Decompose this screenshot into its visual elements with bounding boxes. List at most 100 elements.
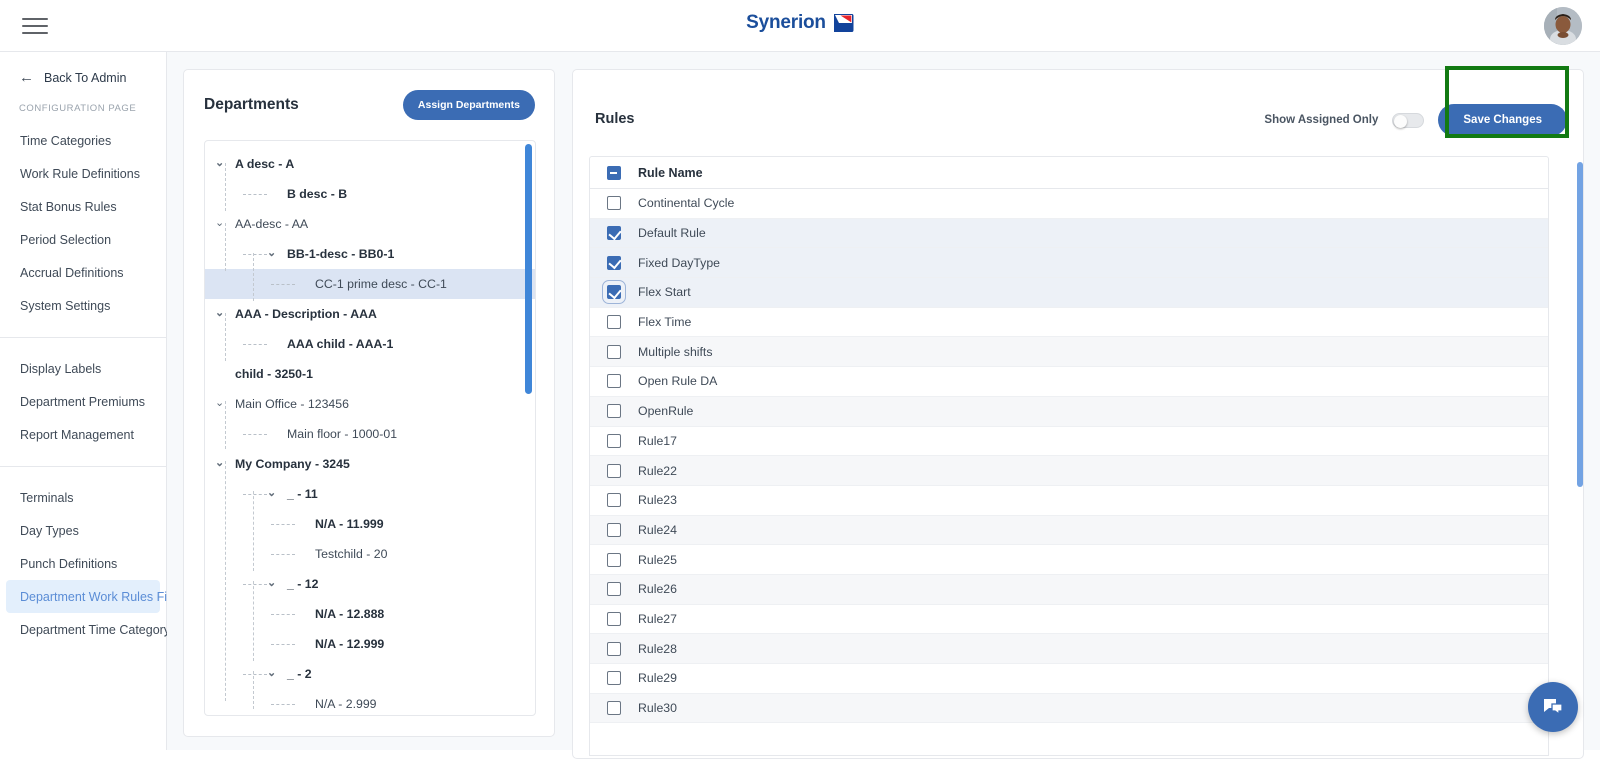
tree-node[interactable]: ⌄N/A - 12.999	[205, 629, 535, 659]
tree-node[interactable]: ⌄ _ - 2	[205, 659, 535, 689]
tree-node[interactable]: ⌄N/A - 2.999	[205, 689, 535, 715]
rule-checkbox[interactable]	[607, 641, 621, 656]
chevron-down-icon[interactable]: ⌄	[267, 247, 279, 259]
rule-checkbox[interactable]	[607, 611, 621, 626]
rule-checkbox-cell	[590, 344, 638, 359]
departments-header: Departments Assign Departments	[184, 70, 554, 120]
tree-node[interactable]: ⌄ Main Office - 123456	[205, 389, 535, 419]
tree-node[interactable]: ⌄N/A - 12.888	[205, 599, 535, 629]
table-row[interactable]: Rule26	[590, 574, 1548, 605]
tree-node[interactable]: ⌄ AAA - Description - AAA	[205, 299, 535, 329]
tree-node[interactable]: ⌄ BB-1-desc - BB0-1	[205, 239, 535, 269]
sidebar-item-department-time-category[interactable]: Department Time Category ...	[0, 613, 184, 646]
tree-node-label: _ - 2	[287, 667, 312, 681]
tree-guide-line	[253, 491, 254, 571]
tree-scrollbar-thumb[interactable]	[525, 144, 532, 394]
tree-node[interactable]: ⌄ _ - 12	[205, 569, 535, 599]
table-row[interactable]: Flex Start	[590, 278, 1548, 308]
chevron-down-icon[interactable]: ⌄	[267, 667, 279, 679]
tree-node[interactable]: ⌄Main floor - 1000-01	[205, 419, 535, 449]
tree-node[interactable]: ⌄ A desc - A	[205, 149, 535, 179]
chevron-down-icon[interactable]: ⌄	[267, 577, 279, 589]
sidebar-item-punch-definitions[interactable]: Punch Definitions	[0, 547, 166, 580]
table-row[interactable]: Rule30	[590, 693, 1548, 724]
table-row[interactable]: Rule28	[590, 634, 1548, 664]
rule-name-label: Flex Time	[638, 315, 692, 330]
table-row[interactable]: Fixed DayType	[590, 248, 1548, 279]
sidebar-item-display-labels[interactable]: Display Labels	[0, 352, 166, 385]
tree-node[interactable]: ⌄ AA-desc - AA	[205, 209, 535, 239]
rule-checkbox-cell	[590, 701, 638, 716]
chat-support-button[interactable]	[1528, 682, 1578, 732]
tree-node[interactable]: ⌄ My Company - 3245	[205, 449, 535, 479]
brand-name: Synerion	[746, 12, 826, 33]
sidebar-item-terminals[interactable]: Terminals	[0, 481, 166, 514]
sidebar-item-time-categories[interactable]: Time Categories	[0, 124, 166, 157]
sidebar-item-department-premiums[interactable]: Department Premiums	[0, 385, 166, 418]
rule-name-label: Flex Start	[638, 285, 691, 300]
rules-scrollbar-thumb[interactable]	[1577, 162, 1583, 487]
rule-checkbox[interactable]	[607, 344, 621, 359]
tree-connector-line	[243, 193, 267, 195]
table-row[interactable]: Rule22	[590, 456, 1548, 486]
show-assigned-only-toggle[interactable]	[1392, 112, 1425, 128]
sidebar-item-day-types[interactable]: Day Types	[0, 514, 166, 547]
rule-checkbox-cell	[590, 522, 638, 537]
sidebar-item-work-rule-definitions[interactable]: Work Rule Definitions	[0, 157, 166, 190]
tree-node[interactable]: ⌄ _ - 11	[205, 479, 535, 509]
left-sidebar: ← Back To Admin CONFIGURATION PAGE Time …	[0, 52, 184, 750]
rule-checkbox[interactable]	[607, 582, 621, 597]
table-row[interactable]: Rule24	[590, 515, 1548, 546]
table-row[interactable]: Rule27	[590, 605, 1548, 635]
rule-checkbox[interactable]	[607, 226, 621, 241]
tree-node[interactable]: ⌄B desc - B	[205, 179, 535, 209]
save-changes-button[interactable]: Save Changes	[1438, 104, 1567, 136]
assign-departments-button[interactable]: Assign Departments	[402, 90, 535, 120]
sidebar-item-system-settings[interactable]: System Settings	[0, 289, 166, 322]
table-row[interactable]: Rule29	[590, 664, 1548, 694]
table-row[interactable]: Default Rule	[590, 218, 1548, 249]
rule-checkbox[interactable]	[607, 433, 621, 448]
chevron-down-icon[interactable]: ⌄	[267, 487, 279, 499]
select-all-checkbox[interactable]	[607, 165, 621, 180]
tree-node-label: AAA child - AAA-1	[287, 337, 394, 351]
rule-checkbox[interactable]	[607, 374, 621, 389]
table-row[interactable]: Multiple shifts	[590, 337, 1548, 368]
table-row[interactable]: Rule23	[590, 486, 1548, 516]
chat-bubble-icon	[1544, 699, 1563, 716]
user-avatar[interactable]	[1544, 7, 1582, 45]
rule-checkbox[interactable]	[607, 701, 621, 716]
rule-checkbox[interactable]	[607, 196, 621, 211]
tree-connector-line	[243, 433, 267, 435]
table-row[interactable]: Flex Time	[590, 308, 1548, 338]
rule-checkbox[interactable]	[607, 671, 621, 686]
table-row[interactable]: Open Rule DA	[590, 367, 1548, 397]
table-row[interactable]: Continental Cycle	[590, 189, 1548, 219]
tree-node[interactable]: ⌄N/A - 11.999	[205, 509, 535, 539]
rule-checkbox[interactable]	[607, 255, 621, 270]
rule-checkbox[interactable]	[607, 463, 621, 478]
tree-node[interactable]: ⌄Testchild - 20	[205, 539, 535, 569]
rule-checkbox[interactable]	[602, 280, 626, 305]
rule-checkbox-cell	[590, 582, 638, 597]
back-to-admin-link[interactable]: ← Back To Admin	[0, 52, 166, 85]
rule-name-label: Rule24	[638, 522, 677, 537]
tree-node[interactable]: ⌄AAA child - AAA-1	[205, 329, 535, 359]
table-row[interactable]: Rule25	[590, 545, 1548, 575]
sidebar-item-report-management[interactable]: Report Management	[0, 418, 166, 451]
sidebar-item-department-work-rules-filter[interactable]: Department Work Rules Filt...	[6, 580, 184, 613]
sidebar-item-period-selection[interactable]: Period Selection	[0, 223, 166, 256]
sidebar-item-accrual-definitions[interactable]: Accrual Definitions	[0, 256, 166, 289]
rule-checkbox[interactable]	[607, 493, 621, 508]
tree-node[interactable]: ⌄child - 3250-1	[205, 359, 535, 389]
rule-checkbox-cell	[590, 493, 638, 508]
table-row[interactable]: Rule17	[590, 427, 1548, 457]
rule-checkbox[interactable]	[607, 552, 621, 567]
rule-checkbox[interactable]	[607, 315, 621, 330]
tree-node[interactable]: ⌄CC-1 prime desc - CC-1	[205, 269, 535, 299]
sidebar-item-stat-bonus-rules[interactable]: Stat Bonus Rules	[0, 190, 166, 223]
rule-checkbox[interactable]	[607, 404, 621, 419]
rule-checkbox[interactable]	[607, 522, 621, 537]
rule-name-label: OpenRule	[638, 404, 694, 419]
table-row[interactable]: OpenRule	[590, 396, 1548, 427]
